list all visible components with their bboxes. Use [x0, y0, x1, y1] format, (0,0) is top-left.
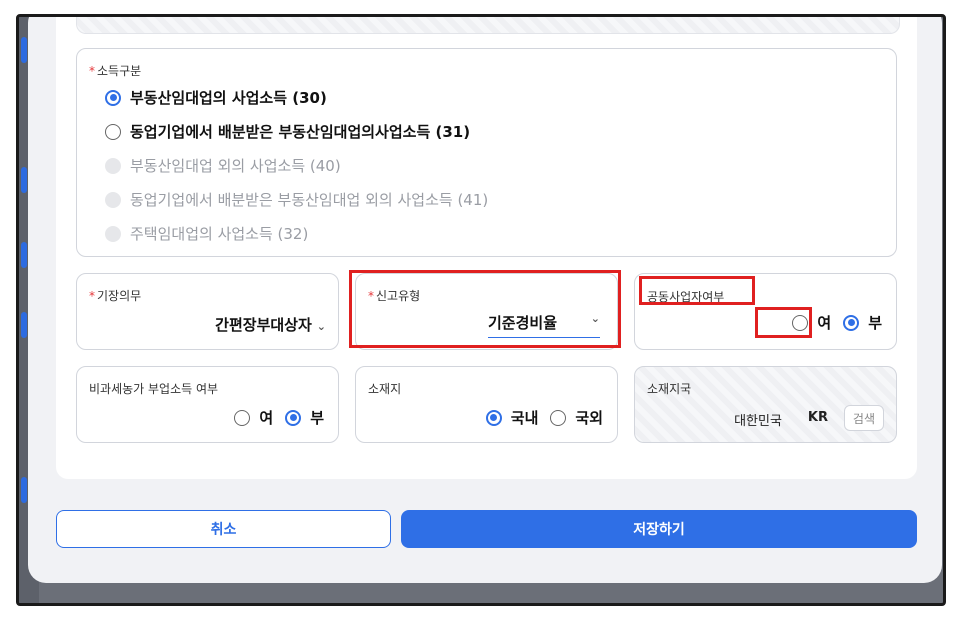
nontax-farm-group: 비과세농가 부업소득 여부 여 부 [76, 366, 339, 443]
highlight-box-joint-label [639, 276, 755, 305]
income-type-option-30[interactable]: 부동산임대업의 사업소득 (30) [105, 87, 327, 108]
radio-empty-icon [105, 123, 121, 140]
income-type-label: * 소득구분 [89, 64, 142, 78]
location-options: 국내 국외 [474, 407, 603, 428]
radio-selected-icon [285, 409, 302, 426]
option-label: 부 [310, 409, 324, 427]
option-label: 주택임대업의 사업소득 (32) [130, 225, 309, 243]
income-type-group: * 소득구분 부동산임대업의 사업소득 (30) 동업기업에서 배분받은 부동산임… [76, 48, 897, 257]
radio-empty-icon [550, 409, 567, 426]
bookkeeping-select[interactable]: 간편장부대상자 ⌄ [215, 314, 326, 335]
background-marker [21, 477, 27, 503]
background-marker [21, 312, 27, 338]
radio-selected-icon [843, 314, 860, 331]
location-label: 소재지 [368, 382, 402, 396]
bookkeeping-value: 간편장부대상자 [215, 316, 312, 334]
location-country-value: 대한민국 KR [734, 410, 828, 429]
option-label: 국외 [575, 409, 603, 427]
radio-disabled-icon [105, 191, 121, 208]
background-marker [21, 37, 27, 63]
form-panel: * 소득구분 부동산임대업의 사업소득 (30) 동업기업에서 배분받은 부동산임… [56, 17, 917, 479]
income-type-option-41: 동업기업에서 배분받은 부동산임대업 외의 사업소득 (41) [105, 189, 488, 210]
chevron-down-icon: ⌄ [316, 320, 326, 333]
highlight-box-joint-yes [755, 307, 812, 338]
radio-disabled-icon [105, 225, 121, 242]
location-foreign[interactable]: 국외 [550, 407, 603, 428]
radio-empty-icon [234, 409, 251, 426]
background-marker [21, 167, 27, 193]
country-search-button[interactable]: 검색 [843, 405, 884, 431]
radio-disabled-icon [105, 157, 121, 174]
option-label: 여 [817, 314, 832, 332]
cancel-button[interactable]: 취소 [56, 510, 391, 548]
nontax-farm-no[interactable]: 부 [285, 407, 324, 428]
previous-field-box [76, 17, 900, 34]
option-label: 국내 [510, 409, 539, 427]
location-group: 소재지 국내 국외 [355, 366, 618, 443]
nontax-farm-options: 여 부 [222, 407, 324, 428]
option-label: 동업기업에서 배분받은 부동산임대업의사업소득 (31) [130, 123, 471, 141]
nontax-farm-label: 비과세농가 부업소득 여부 [89, 382, 219, 396]
location-country-label: 소재지국 [647, 382, 692, 396]
income-type-option-32: 주택임대업의 사업소득 (32) [105, 223, 308, 244]
option-label: 동업기업에서 배분받은 부동산임대업 외의 사업소득 (41) [130, 191, 489, 209]
location-country-group: 소재지국 대한민국 KR 검색 [634, 366, 897, 443]
radio-selected-icon [105, 89, 121, 106]
option-label: 부동산임대업의 사업소득 (30) [130, 89, 327, 107]
location-domestic[interactable]: 국내 [485, 407, 539, 428]
joint-business-no[interactable]: 부 [843, 312, 882, 333]
income-type-option-31[interactable]: 동업기업에서 배분받은 부동산임대업의사업소득 (31) [105, 121, 470, 142]
background-marker [21, 242, 27, 268]
option-label: 여 [259, 409, 274, 427]
option-label: 부 [868, 314, 882, 332]
edit-dialog: * 소득구분 부동산임대업의 사업소득 (30) 동업기업에서 배분받은 부동산임… [28, 17, 942, 583]
bookkeeping-label: * 기장의무 [89, 289, 142, 303]
country-code: KR [807, 410, 828, 425]
save-button[interactable]: 저장하기 [401, 510, 917, 548]
income-type-option-40: 부동산임대업 외의 사업소득 (40) [105, 155, 341, 176]
option-label: 부동산임대업 외의 사업소득 (40) [130, 157, 341, 175]
nontax-farm-yes[interactable]: 여 [234, 407, 273, 428]
country-name: 대한민국 [734, 414, 782, 429]
screenshot-frame: * 소득구분 부동산임대업의 사업소득 (30) 동업기업에서 배분받은 부동산임… [16, 14, 946, 606]
highlight-box-report-type [349, 270, 621, 348]
radio-selected-icon [485, 409, 502, 426]
bookkeeping-group: * 기장의무 간편장부대상자 ⌄ [76, 273, 339, 350]
